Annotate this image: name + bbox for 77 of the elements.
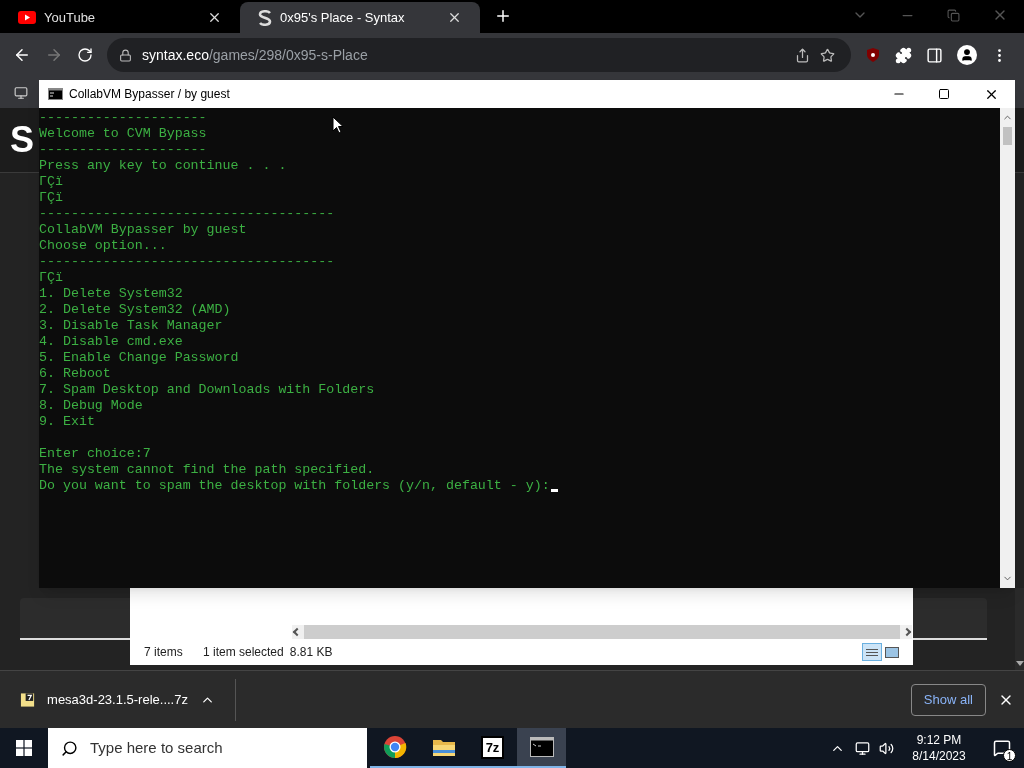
console-line: Welcome to CVM Bypass xyxy=(39,126,207,142)
side-panel-icon[interactable] xyxy=(926,46,943,64)
console-line: --------------------- xyxy=(39,110,207,126)
tab-title: YouTube xyxy=(44,8,97,27)
address-bar[interactable]: syntax.eco/games/298/0x95-s-Place xyxy=(107,38,851,72)
taskbar-app[interactable] xyxy=(517,728,566,768)
windows-logo-icon xyxy=(16,740,32,756)
console-line: --------------------- xyxy=(39,142,207,158)
mouse-pointer-icon xyxy=(332,116,344,134)
console-line: ΓÇï xyxy=(39,190,63,206)
s-logo-icon xyxy=(258,9,272,26)
console-line: ΓÇï xyxy=(39,270,63,286)
folder-icon xyxy=(431,737,456,757)
console-line: Choose option... xyxy=(39,238,167,254)
console-line: Enter choice:7 xyxy=(39,446,151,462)
console-line: Do you want to spam the desktop with folders (y/n, default - y): xyxy=(39,478,550,494)
extensions-icon[interactable] xyxy=(895,46,912,64)
archiver-icon: 7z xyxy=(480,735,505,759)
vertical-scrollbar[interactable] xyxy=(1000,108,1015,588)
console-icon xyxy=(529,737,554,757)
console-line: 1. Delete System32 xyxy=(39,286,183,302)
console-line: Press any key to continue . . . xyxy=(39,158,287,174)
bookmark-computer-icon[interactable] xyxy=(14,85,28,100)
console-line: The system cannot find the path specified. xyxy=(39,462,375,478)
console-line: 5. Enable Change Password xyxy=(39,350,239,366)
browser-tab[interactable]: 0x95's Place - Syntax xyxy=(240,2,480,33)
site-logo: S xyxy=(10,122,34,158)
taskbar-search-field[interactable]: Type here to search xyxy=(48,728,367,768)
console-icon xyxy=(48,88,63,100)
share-icon[interactable] xyxy=(795,47,810,63)
scroll-thumb[interactable] xyxy=(1003,127,1012,145)
reload-icon[interactable] xyxy=(77,47,93,63)
console-line: 6. Reboot xyxy=(39,366,111,382)
back-icon[interactable] xyxy=(13,46,31,64)
profile-avatar[interactable] xyxy=(957,45,977,65)
close-tab-icon[interactable] xyxy=(447,10,462,25)
tab-title: 0x95's Place - Syntax xyxy=(280,8,406,27)
archive-file-icon xyxy=(20,691,36,708)
window-title: CollabVM Bypasser / by guest xyxy=(69,86,231,103)
notification-count: 1 xyxy=(1003,749,1016,762)
console-line: 8. Debug Mode xyxy=(39,398,143,414)
scroll-down-icon[interactable] xyxy=(1015,661,1024,666)
console-line: 2. Delete System32 (AMD) xyxy=(39,302,231,318)
close-tab-icon[interactable] xyxy=(207,10,222,25)
url-text: syntax.eco/games/298/0x95-s-Place xyxy=(142,45,369,65)
show-all-button[interactable]: Show all xyxy=(910,683,986,716)
chrome-logo-icon xyxy=(382,735,407,759)
download-file-name[interactable]: mesa3d-23.1.5-rele....7z xyxy=(47,689,188,710)
console-line: 9. Exit xyxy=(39,414,95,430)
new-tab-icon[interactable] xyxy=(494,7,512,25)
console-line: ------------------------------------- xyxy=(39,254,335,270)
clock-time: 9:12 PM xyxy=(916,732,962,748)
console-line: 4. Disable cmd.exe xyxy=(39,334,183,350)
network-icon[interactable] xyxy=(855,740,870,756)
item-count: 7 items xyxy=(144,644,184,661)
clock[interactable]: 9:12 PM 8/14/2023 xyxy=(904,732,974,764)
horizontal-scrollbar[interactable] xyxy=(292,625,912,639)
lock-icon xyxy=(119,48,132,62)
clock-date: 8/14/2023 xyxy=(912,748,966,764)
volume-icon[interactable] xyxy=(879,740,894,756)
shield-extension-icon[interactable] xyxy=(865,47,881,63)
details-view-icon[interactable] xyxy=(862,643,882,661)
console-line: CollabVM Bypasser by guest xyxy=(39,222,247,238)
bookmark-star-icon[interactable] xyxy=(820,47,835,63)
console-line: ΓÇï xyxy=(39,174,63,190)
restore-icon[interactable] xyxy=(947,9,960,22)
console-line: 3. Disable Task Manager xyxy=(39,318,223,334)
console-line: 7. Spam Desktop and Downloads with Folders xyxy=(39,382,375,398)
selection-size: 8.81 KB xyxy=(289,644,333,661)
search-placeholder: Type here to search xyxy=(90,737,223,758)
selection-status: 1 item selected xyxy=(203,644,284,661)
play-logo-icon xyxy=(18,11,36,24)
text-cursor xyxy=(550,489,558,492)
thumbnail-view-icon[interactable] xyxy=(885,646,899,658)
console-line: ------------------------------------- xyxy=(39,206,335,222)
search-icon xyxy=(61,739,78,757)
maximize-icon[interactable] xyxy=(938,88,950,100)
